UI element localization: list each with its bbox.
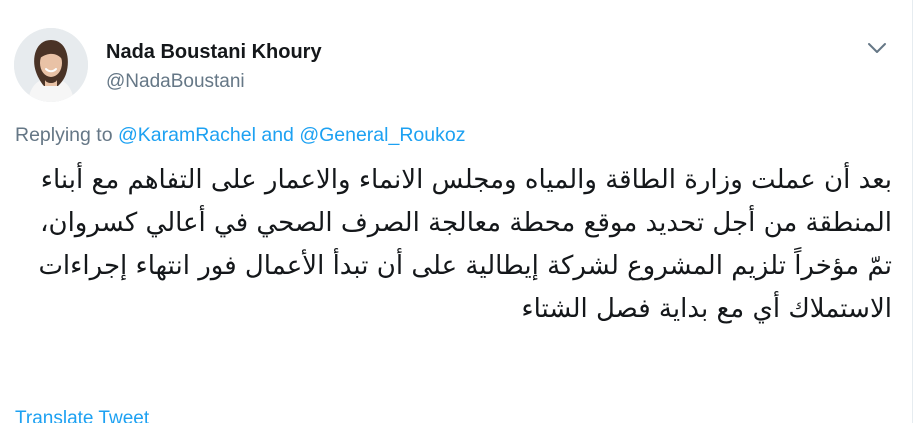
tweet-menu-button[interactable]: [866, 40, 888, 56]
translate-tweet-link[interactable]: Translate Tweet: [15, 408, 149, 423]
avatar[interactable]: [14, 28, 88, 102]
author-handle[interactable]: @NadaBoustani: [106, 71, 245, 93]
author-display-name[interactable]: Nada Boustani Khoury: [106, 41, 322, 64]
mention-link-general-roukoz[interactable]: @General_Roukoz: [299, 124, 465, 146]
reply-context-conjunction: and: [261, 124, 294, 146]
reply-context: Replying to @KaramRachel and @General_Ro…: [15, 124, 465, 147]
tweet-text: بعد أن عملت وزارة الطاقة والمياه ومجلس ا…: [38, 165, 892, 324]
profile-photo-icon: [14, 28, 88, 102]
chevron-down-icon: [868, 43, 886, 53]
tweet-card: Nada Boustani Khoury @NadaBoustani Reply…: [0, 0, 913, 423]
mention-link-karamrachel[interactable]: @KaramRachel: [118, 124, 256, 146]
reply-context-prefix: Replying to: [15, 124, 113, 146]
